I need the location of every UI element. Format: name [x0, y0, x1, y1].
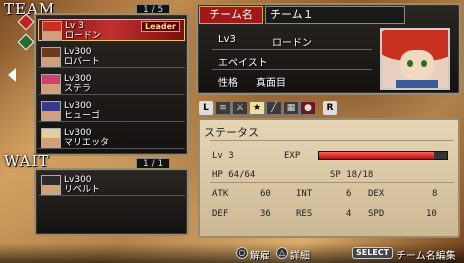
hp-value: HP 64/64 [212, 170, 256, 180]
member-name: ヒューゴ [64, 111, 101, 121]
spd-label: SPD [368, 209, 385, 219]
avatar-hair [42, 102, 60, 111]
status-level: Lv 3 [212, 151, 234, 161]
exp-bar [318, 151, 448, 160]
dex-value: 8 [432, 189, 438, 199]
member-name: リベルト [64, 185, 101, 195]
member-level: Lv300 [64, 47, 92, 57]
footer-bar [0, 243, 464, 263]
sword-icon[interactable]: ⚔ [232, 101, 248, 115]
character-avatar [41, 175, 61, 195]
member-level: Lv300 [64, 175, 92, 185]
avatar-hair [43, 22, 61, 31]
character-avatar [41, 47, 61, 67]
pot-icon[interactable]: ● [300, 101, 316, 115]
edit-team-name-label[interactable]: チーム名編集 [396, 247, 456, 262]
exp-bar-fill [319, 152, 435, 159]
avatar-hair [42, 129, 60, 138]
member-level: Lv300 [64, 101, 92, 111]
detail-name: ロードン [272, 38, 312, 49]
class-row: エペイスト [212, 52, 372, 70]
team-member-row[interactable]: Lv300 ロバート [38, 46, 185, 68]
team-member-row[interactable]: Lv 3 ロードン Leader [38, 19, 185, 41]
team-member-row[interactable]: Lv300 ステラ [38, 73, 185, 95]
circle-button-icon[interactable]: ○ [236, 247, 248, 259]
portrait [380, 28, 450, 90]
res-value: 4 [346, 209, 352, 219]
member-name: ステラ [64, 84, 92, 94]
nature-label: 性格 [218, 78, 238, 89]
avatar-hair [42, 48, 60, 57]
sword2-icon[interactable]: ╱ [266, 101, 282, 115]
member-name: マリエッタ [64, 138, 110, 148]
character-avatar [42, 21, 62, 41]
team-name-label: チーム名 [199, 6, 263, 24]
res-label: RES [296, 209, 313, 219]
character-avatar [41, 74, 61, 94]
member-level: Lv 3 [65, 21, 84, 31]
wait-member-row[interactable]: Lv300 リベルト [38, 174, 185, 196]
scroll-left-arrow[interactable] [8, 68, 16, 82]
detail-label[interactable]: 詳細 [290, 247, 310, 262]
atk-label: ATK [212, 189, 229, 199]
def-value: 36 [260, 209, 271, 219]
avatar-hair [42, 75, 60, 84]
triangle-button-icon[interactable]: △ [276, 247, 288, 259]
character-avatar [41, 128, 61, 148]
character-avatar [41, 101, 61, 121]
level-name-row: Lv3 ロードン [212, 32, 372, 50]
grid-icon[interactable]: ▦ [283, 101, 299, 115]
tab-right-shoulder[interactable]: R [323, 101, 337, 115]
team-name-value[interactable]: チーム１ [265, 6, 405, 24]
detail-level: Lv3 [218, 34, 236, 45]
team-list-panel: Lv 3 ロードン Leader Lv300 ロバート Lv300 ステラ Lv300 ヒューゴ… [34, 13, 189, 156]
tab-bar: L ≡ ⚔ ★ ╱ ▦ ● R [199, 101, 377, 116]
atk-value: 60 [260, 189, 271, 199]
int-value: 6 [346, 189, 352, 199]
team-member-row[interactable]: Lv300 ヒューゴ [38, 100, 185, 122]
dismiss-label[interactable]: 解雇 [250, 247, 270, 262]
nature-row: 性格 真面目 [212, 72, 372, 90]
status-title: ステータス [204, 126, 259, 139]
def-label: DEF [212, 209, 229, 219]
spd-value: 10 [426, 209, 437, 219]
tab-left-shoulder[interactable]: L [199, 101, 213, 115]
member-level: Lv300 [64, 128, 92, 138]
sp-value: SP 18/18 [330, 170, 374, 180]
member-name: ロードン [65, 31, 102, 41]
star-icon[interactable]: ★ [249, 101, 265, 115]
member-level: Lv300 [64, 74, 92, 84]
nature-value: 真面目 [256, 78, 286, 89]
list-icon[interactable]: ≡ [215, 101, 231, 115]
avatar-hair [42, 176, 60, 185]
detail-class: エペイスト [218, 58, 268, 69]
select-button-icon[interactable]: SELECT [352, 247, 394, 259]
member-name: ロバート [64, 57, 101, 67]
team-member-row[interactable]: Lv300 マリエッタ [38, 127, 185, 149]
status-divider-2 [210, 182, 454, 183]
exp-label: EXP [284, 151, 301, 161]
leader-badge: Leader [140, 21, 180, 32]
dex-label: DEX [368, 189, 385, 199]
wait-list-panel: Lv300 リベルト [34, 168, 189, 236]
status-divider [210, 140, 454, 141]
int-label: INT [296, 189, 313, 199]
